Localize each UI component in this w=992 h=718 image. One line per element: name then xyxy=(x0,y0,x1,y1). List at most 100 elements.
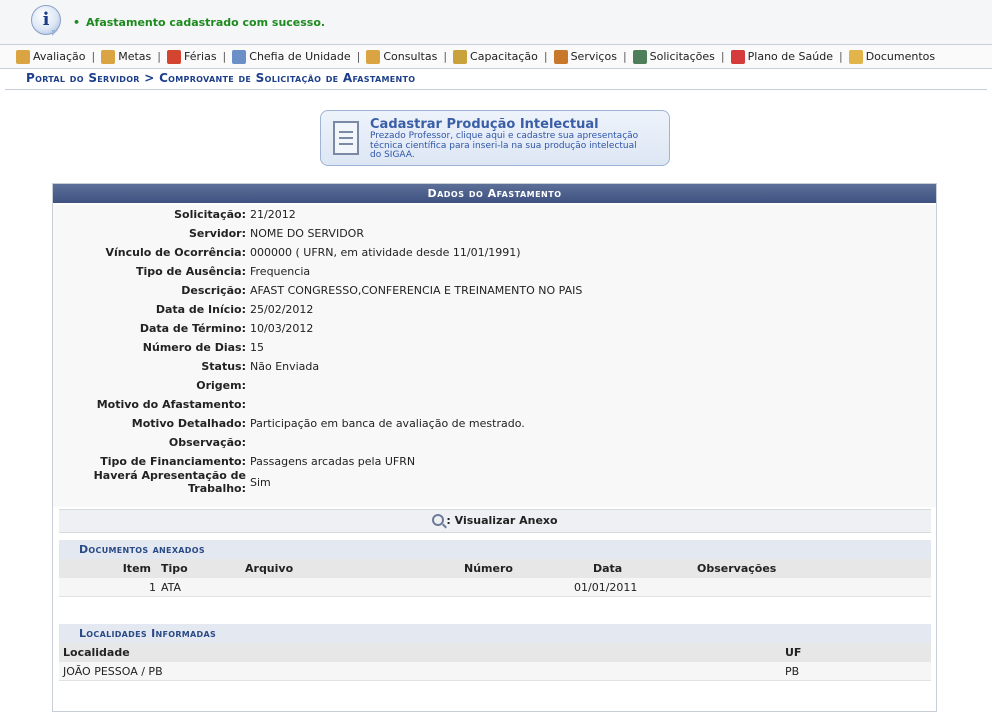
field-label: Motivo Detalhado: xyxy=(131,417,246,430)
success-message: Afastamento cadastrado com sucesso. xyxy=(73,16,325,29)
field-value: Sim xyxy=(250,476,271,489)
breadcrumb-divider xyxy=(5,89,987,90)
cadastrar-producao-banner[interactable]: Cadastrar Produção Intelectual Prezado P… xyxy=(320,110,670,166)
menu-item-label: Documentos xyxy=(865,50,936,63)
menu-item-label: Capacitação xyxy=(470,50,538,63)
calculator-icon xyxy=(632,49,647,64)
documents-title: Documentos anexados xyxy=(59,540,931,559)
field-value: 10/03/2012 xyxy=(250,322,314,335)
menu-item-label: Plano de Saúde xyxy=(747,50,833,63)
evaluation-icon xyxy=(16,49,30,64)
menu-item-label: Consultas xyxy=(383,50,438,63)
field-row: Servidor: NOME DO SERVIDOR xyxy=(53,224,936,243)
menu-separator: | xyxy=(838,50,843,63)
main-menu: Avaliação | Metas | Férias | Chefia de Unidade… xyxy=(0,44,992,69)
menu-item-label: Metas xyxy=(118,50,152,63)
menu-separator: | xyxy=(91,50,96,63)
field-row: Status: Não Enviada xyxy=(53,357,936,376)
table-row: JOÃO PESSOA / PB PB xyxy=(59,662,931,681)
message-bar: i Afastamento cadastrado com sucesso. xyxy=(0,0,992,44)
field-label: Vínculo de Ocorrência: xyxy=(105,246,246,259)
field-value: Participação em banca de avaliação de me… xyxy=(250,417,525,430)
goals-icon xyxy=(101,49,116,64)
documents-col-header: Data xyxy=(593,562,623,575)
documents-cell: ATA xyxy=(161,581,182,594)
info-icon: i xyxy=(31,5,61,36)
dados-afastamento-panel: Dados do Afastamento Solicitação: 21/2012… xyxy=(52,183,937,712)
menu-item-5[interactable]: Capacitação xyxy=(453,49,538,64)
field-label: Status: xyxy=(201,360,246,373)
menu-separator: | xyxy=(720,50,725,63)
search-icon xyxy=(366,49,381,64)
org-chart-icon xyxy=(232,49,247,64)
field-label: Servidor: xyxy=(188,227,246,240)
field-label: Solicitação: xyxy=(174,208,246,221)
field-value: NOME DO SERVIDOR xyxy=(250,227,364,240)
field-row: Observação: xyxy=(53,433,936,452)
banner-title: Cadastrar Produção Intelectual xyxy=(370,117,599,132)
field-value: AFAST CONGRESSO,CONFERENCIA E TREINAMENT… xyxy=(250,284,583,297)
field-row: Descrição: AFAST CONGRESSO,CONFERENCIA E … xyxy=(53,281,936,300)
field-row: Solicitação: 21/2012 xyxy=(53,205,936,224)
localities-cell: PB xyxy=(785,665,800,678)
menu-item-3[interactable]: Chefia de Unidade xyxy=(232,49,351,64)
documents-header-row: Item Tipo Arquivo Número Data Observações xyxy=(59,559,931,578)
document-icon xyxy=(333,121,359,155)
menu-item-label: Solicitações xyxy=(649,50,715,63)
menu-item-label: Férias xyxy=(184,50,217,63)
health-cross-icon xyxy=(730,49,745,64)
menu-separator: | xyxy=(356,50,361,63)
field-value: 15 xyxy=(250,341,264,354)
field-label: Data de Término: xyxy=(139,322,246,335)
menu-item-label: Avaliação xyxy=(33,50,86,63)
field-row: Tipo de Ausência: Frequencia xyxy=(53,262,936,281)
menu-item-2[interactable]: Férias xyxy=(167,49,217,64)
localities-table: Localidades Informadas Localidade UF JOÃO… xyxy=(59,624,931,681)
field-label: Haverá Apresentação de Trabalho: xyxy=(93,469,246,495)
banner-text: Prezado Professor, clique aqui e cadastr… xyxy=(370,131,639,160)
menu-separator: | xyxy=(543,50,548,63)
menu-separator: | xyxy=(157,50,161,63)
field-row: Motivo Detalhado: Participação em banca d… xyxy=(53,414,936,433)
field-label: Motivo do Afastamento: xyxy=(96,398,246,411)
localities-title: Localidades Informadas xyxy=(59,624,931,643)
field-row: Data de Início: 25/02/2012 xyxy=(53,300,936,319)
visualizar-anexo-link[interactable]: : Visualizar Anexo xyxy=(59,509,931,533)
menu-separator: | xyxy=(222,50,227,63)
menu-item-6[interactable]: Serviços xyxy=(553,49,617,64)
localities-cell: JOÃO PESSOA / PB xyxy=(63,665,163,678)
documents-table: Documentos anexados Item Tipo Arquivo Númer… xyxy=(59,540,931,597)
documents-col-header: Número xyxy=(464,562,513,575)
field-label: Observação: xyxy=(168,436,246,449)
menu-item-1[interactable]: Metas xyxy=(101,49,152,64)
menu-item-9[interactable]: Documentos xyxy=(848,49,936,64)
folder-icon xyxy=(848,49,863,64)
menu-item-4[interactable]: Consultas xyxy=(366,49,438,64)
documents-cell: 01/01/2011 xyxy=(574,581,638,594)
menu-item-0[interactable]: Avaliação xyxy=(16,49,86,64)
breadcrumb: Portal do Servidor > Comprovante de Soli… xyxy=(26,71,416,85)
documents-col-header: Arquivo xyxy=(245,562,294,575)
localities-col-header: UF xyxy=(785,646,802,659)
documents-col-header: Item xyxy=(122,562,151,575)
menu-item-8[interactable]: Plano de Saúde xyxy=(730,49,833,64)
menu-item-7[interactable]: Solicitações xyxy=(632,49,715,64)
field-label: Tipo de Ausência: xyxy=(136,265,246,278)
field-value: Frequencia xyxy=(250,265,311,278)
menu-item-label: Serviços xyxy=(570,50,617,63)
field-value: 25/02/2012 xyxy=(250,303,314,316)
localities-header-row: Localidade UF xyxy=(59,643,931,662)
field-label: Tipo de Financiamento: xyxy=(100,455,246,468)
field-label: Número de Dias: xyxy=(142,341,246,354)
magnifier-icon xyxy=(432,514,445,526)
field-label: Data de Início: xyxy=(155,303,246,316)
table-row: 1 ATA 01/01/2011 xyxy=(59,578,931,597)
field-row: Número de Dias: 15 xyxy=(53,338,936,357)
field-row: Haverá Apresentação de Trabalho: Sim xyxy=(53,469,936,501)
panel-title: Dados do Afastamento xyxy=(53,184,936,203)
lifebuoy-icon xyxy=(167,49,181,64)
documents-col-header: Tipo xyxy=(161,562,188,575)
field-value: 000000 ( UFRN, em atividade desde 11/01/… xyxy=(250,246,521,259)
field-label: Descrição: xyxy=(181,284,246,297)
visualizar-anexo-label: : Visualizar Anexo xyxy=(446,514,558,527)
